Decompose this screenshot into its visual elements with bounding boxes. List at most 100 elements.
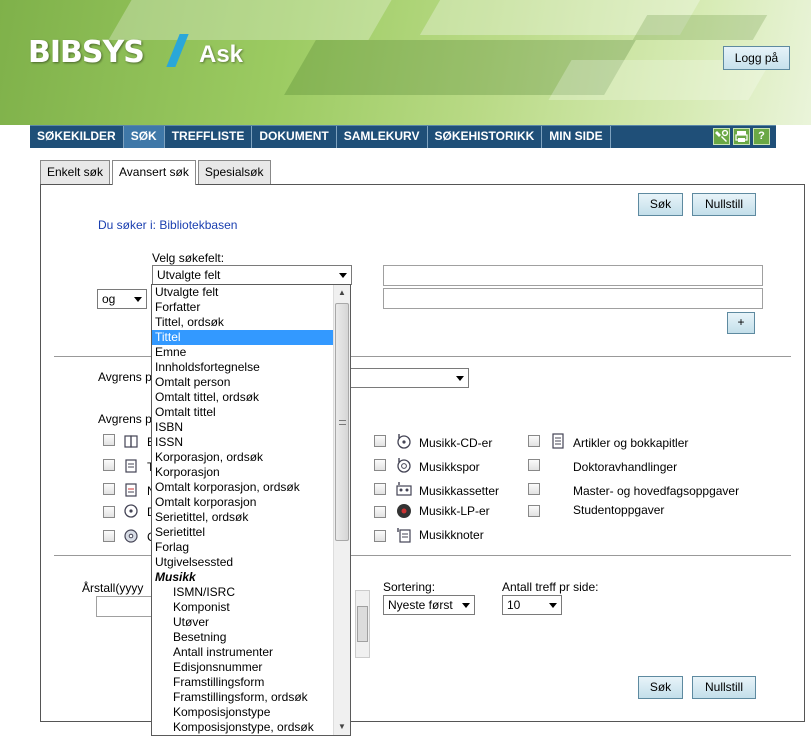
chevron-down-icon: [339, 273, 347, 278]
bibsys-logo: BIBSYS: [28, 35, 145, 70]
material-checkbox[interactable]: [103, 530, 115, 542]
search-button-bottom[interactable]: Søk: [638, 676, 683, 699]
field-option[interactable]: Utgivelsessted: [152, 555, 334, 570]
material-checkbox[interactable]: [103, 483, 115, 495]
per-page-value: 10: [507, 598, 521, 612]
scroll-down-icon[interactable]: ▼: [334, 719, 350, 735]
dropdown-scrollbar[interactable]: ▲ ▼: [333, 285, 350, 735]
field-option[interactable]: Emne: [152, 345, 334, 360]
add-row-button[interactable]: +: [727, 312, 755, 334]
field-option[interactable]: ISBN: [152, 420, 334, 435]
year-input[interactable]: [96, 596, 156, 617]
material-label-musikkspor: Musikkspor: [419, 460, 480, 474]
field-option[interactable]: ISMN/ISRC: [152, 585, 334, 600]
help-icon[interactable]: ?: [753, 128, 770, 145]
reset-button-bottom[interactable]: Nullstill: [692, 676, 756, 699]
field-option[interactable]: Utøver: [152, 615, 334, 630]
field-option[interactable]: Framstillingsform: [152, 675, 334, 690]
year-label: Årstall(yyyy: [82, 581, 144, 595]
sheet-music-icon: [396, 527, 412, 543]
nav-item-sokehistorikk[interactable]: SØKEHISTORIKK: [428, 126, 543, 148]
search-term-input-2[interactable]: [383, 288, 763, 309]
nav-item-samlekurv[interactable]: SAMLEKURV: [337, 126, 428, 148]
scroll-up-icon[interactable]: ▲: [334, 285, 350, 301]
field-option[interactable]: Besetning: [152, 630, 334, 645]
field-option[interactable]: Antall instrumenter: [152, 645, 334, 660]
chevron-down-icon: [549, 603, 557, 608]
material-checkbox-student[interactable]: [528, 505, 540, 517]
material-label-musikk-cd: Musikk-CD-er: [419, 436, 493, 450]
nav-item-sok[interactable]: SØK: [123, 126, 165, 148]
material-label-doktor: Doktoravhandlinger: [573, 460, 678, 474]
tab-enkelt-sok[interactable]: Enkelt søk: [40, 160, 111, 184]
field-select-value: Utvalgte felt: [157, 268, 221, 282]
limit-select[interactable]: [341, 368, 469, 388]
field-option[interactable]: Forfatter: [152, 300, 334, 315]
material-checkbox-doktor[interactable]: [528, 459, 540, 471]
field-option[interactable]: Korporasjon, ordsøk: [152, 450, 334, 465]
field-option[interactable]: Innholdsfortegnelse: [152, 360, 334, 375]
reset-button-top[interactable]: Nullstill: [692, 193, 756, 216]
material-checkbox-musikknoter[interactable]: [374, 530, 386, 542]
tab-avansert-sok[interactable]: Avansert søk: [112, 160, 196, 185]
material-list-scrollbar[interactable]: [355, 590, 370, 658]
chevron-down-icon: [462, 603, 470, 608]
option-group-label: Musikk: [155, 570, 196, 584]
field-option[interactable]: ISSN: [152, 435, 334, 450]
material-checkbox-artikler[interactable]: [528, 435, 540, 447]
scrollbar-thumb[interactable]: [357, 606, 368, 642]
tab-spesialsok[interactable]: Spesialsøk: [197, 160, 271, 184]
field-option[interactable]: Forlag: [152, 540, 334, 555]
book-icon: [123, 433, 139, 449]
login-button[interactable]: Logg på: [723, 46, 790, 70]
field-select-dropdown[interactable]: Utvalgte felt Forfatter Tittel, ordsøk Titt…: [151, 284, 351, 736]
nav-item-dokument[interactable]: DOKUMENT: [252, 126, 337, 148]
operator-select[interactable]: og: [97, 289, 147, 309]
material-checkbox-musikk-cd[interactable]: [374, 435, 386, 447]
field-option[interactable]: Tittel: [152, 329, 335, 346]
field-option[interactable]: Omtalt tittel: [152, 405, 334, 420]
field-option[interactable]: Utvalgte felt: [152, 285, 334, 300]
print-icon[interactable]: [733, 128, 750, 145]
sort-label: Sortering:: [383, 580, 436, 594]
field-option[interactable]: Komposisjonstype: [152, 705, 334, 720]
field-option[interactable]: Omtalt tittel, ordsøk: [152, 390, 334, 405]
field-option[interactable]: Edisjonsnummer: [152, 660, 334, 675]
cassette-icon: [396, 481, 412, 497]
limit-label-1: Avgrens p: [98, 370, 152, 384]
tools-icon[interactable]: [713, 128, 730, 145]
field-select-1[interactable]: Utvalgte felt: [152, 265, 352, 285]
field-option[interactable]: Omtalt person: [152, 375, 334, 390]
sort-value: Nyeste først: [388, 598, 453, 612]
field-option[interactable]: Serietittel, ordsøk: [152, 510, 334, 525]
ask-logo: Ask: [199, 41, 244, 68]
field-option[interactable]: Korporasjon: [152, 465, 334, 480]
nav-item-min-side[interactable]: MIN SIDE: [542, 126, 611, 148]
material-checkbox-master[interactable]: [528, 483, 540, 495]
field-option[interactable]: Omtalt korporasjon: [152, 495, 334, 510]
field-option[interactable]: Omtalt korporasjon, ordsøk: [152, 480, 334, 495]
field-option[interactable]: Komposisjonstype, ordsøk: [152, 720, 334, 735]
field-option[interactable]: Framstillingsform, ordsøk: [152, 690, 334, 705]
nav-item-treffliste[interactable]: TREFFLISTE: [165, 126, 253, 148]
header-banner: BIBSYS Ask Logg på: [0, 0, 811, 125]
banner-decoration: [108, 0, 392, 40]
field-option[interactable]: Tittel, ordsøk: [152, 315, 334, 330]
material-checkbox-musikkspor[interactable]: [374, 459, 386, 471]
search-term-input-1[interactable]: [383, 265, 763, 286]
field-option[interactable]: Komponist: [152, 600, 334, 615]
sort-select[interactable]: Nyeste først: [383, 595, 475, 615]
scrollbar-thumb[interactable]: [335, 303, 349, 541]
material-checkbox[interactable]: [103, 459, 115, 471]
material-checkbox-musikk-lp[interactable]: [374, 506, 386, 518]
material-checkbox-musikkassetter[interactable]: [374, 483, 386, 495]
search-source-name[interactable]: Bibliotekbasen: [159, 218, 237, 232]
field-option[interactable]: Serietittel: [152, 525, 334, 540]
chevron-down-icon: [456, 376, 464, 381]
nav-item-sokekilder[interactable]: SØKEKILDER: [30, 126, 124, 148]
per-page-select[interactable]: 10: [502, 595, 562, 615]
disc-icon: [123, 503, 139, 519]
material-checkbox[interactable]: [103, 434, 115, 446]
search-button-top[interactable]: Søk: [638, 193, 683, 216]
material-checkbox[interactable]: [103, 506, 115, 518]
